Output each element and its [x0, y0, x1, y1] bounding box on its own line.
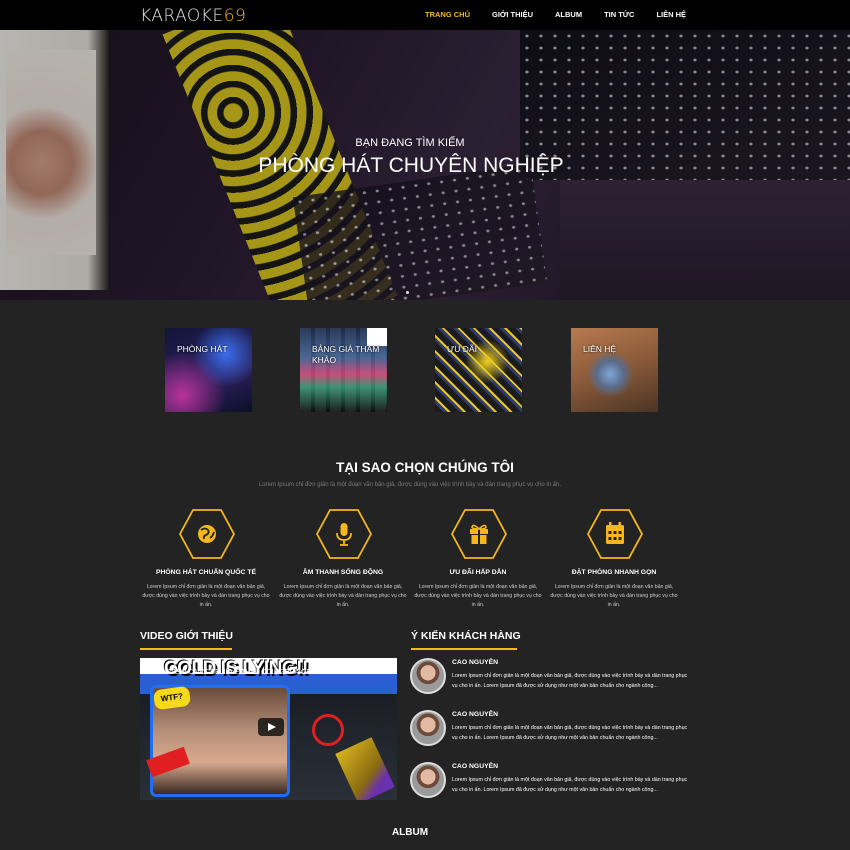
category-card-rooms[interactable]: PHÒNG HÁT — [165, 328, 252, 412]
hero-title: PHÒNG HÁT CHUYÊN NGHIỆP — [258, 154, 564, 177]
logo-number: 69 — [223, 6, 247, 26]
testimonial-text: Lorem Ipsum chỉ đơn giản là một đoạn văn… — [452, 673, 688, 689]
gift-icon — [451, 509, 507, 559]
nav-item-news[interactable]: TIN TỨC — [593, 0, 645, 30]
hero-slider[interactable]: BẠN ĐANG TÌM KIẾM PHÒNG HÁT CHUYÊN NGHIỆ… — [0, 30, 850, 300]
why-section-title: TẠI SAO CHỌN CHÚNG TÔI — [336, 460, 514, 475]
globe-icon — [179, 509, 235, 559]
avatar — [410, 710, 446, 746]
feature-text: Lorem Ipsum chỉ đơn giản là một đoạn văn… — [279, 584, 407, 608]
video-player[interactable]: COLD IS LYING!! STEW CAN'T BELIEVE THIS!… — [140, 658, 397, 800]
slider-dot[interactable] — [406, 291, 409, 294]
testimonial-name: CAO NGUYÊN — [452, 659, 499, 666]
category-label: ƯU ĐÃI — [447, 344, 477, 354]
testimonials-section-title: Ý KIẾN KHÁCH HÀNG — [411, 630, 521, 642]
testimonial-text: Lorem Ipsum chỉ đơn giản là một đoạn văn… — [452, 725, 688, 741]
microphone-icon — [316, 509, 372, 559]
feature-title: ƯU ĐÃI HẤP DẪN — [449, 569, 507, 576]
video-title[interactable]: STEW CAN'T BELIEVE THIS! COLDZERA GETS E… — [166, 669, 352, 676]
category-card-contact[interactable]: LIÊN HỆ — [571, 328, 658, 412]
avatar — [410, 658, 446, 694]
testimonial-text: Lorem Ipsum chỉ đơn giản là một đoạn văn… — [452, 777, 688, 793]
category-card-prices[interactable]: BẢNG GIÁ THAM KHẢO — [300, 328, 387, 412]
category-label: PHÒNG HÁT — [177, 344, 228, 354]
play-icon[interactable] — [258, 718, 284, 736]
feature-title: ĐẶT PHÒNG NHANH GỌN — [571, 569, 657, 576]
video-title-underline — [140, 648, 232, 650]
video-target-circle — [312, 714, 344, 746]
feature-title: PHÒNG HÁT CHUẨN QUỐC TẾ — [155, 569, 257, 576]
nav-item-about[interactable]: GIỚI THIỆU — [481, 0, 544, 30]
site-logo[interactable]: KARAOKE69 — [140, 6, 246, 26]
nav-item-home[interactable]: TRANG CHỦ — [414, 0, 481, 30]
why-section-subtitle: Lorem Ipsum chỉ đơn giản là một đoạn văn… — [258, 482, 562, 488]
category-image — [165, 328, 252, 412]
calendar-icon — [587, 509, 643, 559]
feature-title: ÂM THANH SỐNG ĐỘNG — [302, 569, 384, 576]
testimonial-name: CAO NGUYÊN — [452, 711, 499, 718]
video-weapon-graphic — [335, 737, 395, 800]
feature-text: Lorem Ipsum chỉ đơn giản là một đoạn văn… — [142, 584, 270, 608]
testimonial-name: CAO NGUYÊN — [452, 763, 499, 770]
nav-item-contact[interactable]: LIÊN HỆ — [645, 0, 697, 30]
category-image — [571, 328, 658, 412]
feature-text: Lorem Ipsum chỉ đơn giản là một đoạn văn… — [550, 584, 678, 608]
category-card-offers[interactable]: ƯU ĐÃI — [435, 328, 522, 412]
feature-text: Lorem Ipsum chỉ đơn giản là một đoạn văn… — [414, 584, 542, 608]
album-section-title: ALBUM — [391, 827, 429, 838]
hero-subtitle: BẠN ĐANG TÌM KIẾM — [355, 137, 465, 149]
video-section-title: VIDEO GIỚI THIỆU — [140, 630, 233, 642]
category-label: LIÊN HỆ — [583, 344, 617, 354]
logo-text: KARAOKE — [140, 6, 224, 26]
category-label: BẢNG GIÁ THAM KHẢO — [312, 344, 380, 365]
testimonials-title-underline — [411, 648, 517, 650]
nav-item-album[interactable]: ALBUM — [544, 0, 593, 30]
avatar — [410, 762, 446, 798]
top-navbar: KARAOKE69 TRANG CHỦ GIỚI THIỆU ALBUM TIN… — [0, 0, 850, 30]
main-menu: TRANG CHỦ GIỚI THIỆU ALBUM TIN TỨC LIÊN … — [414, 0, 697, 30]
category-image — [435, 328, 522, 412]
